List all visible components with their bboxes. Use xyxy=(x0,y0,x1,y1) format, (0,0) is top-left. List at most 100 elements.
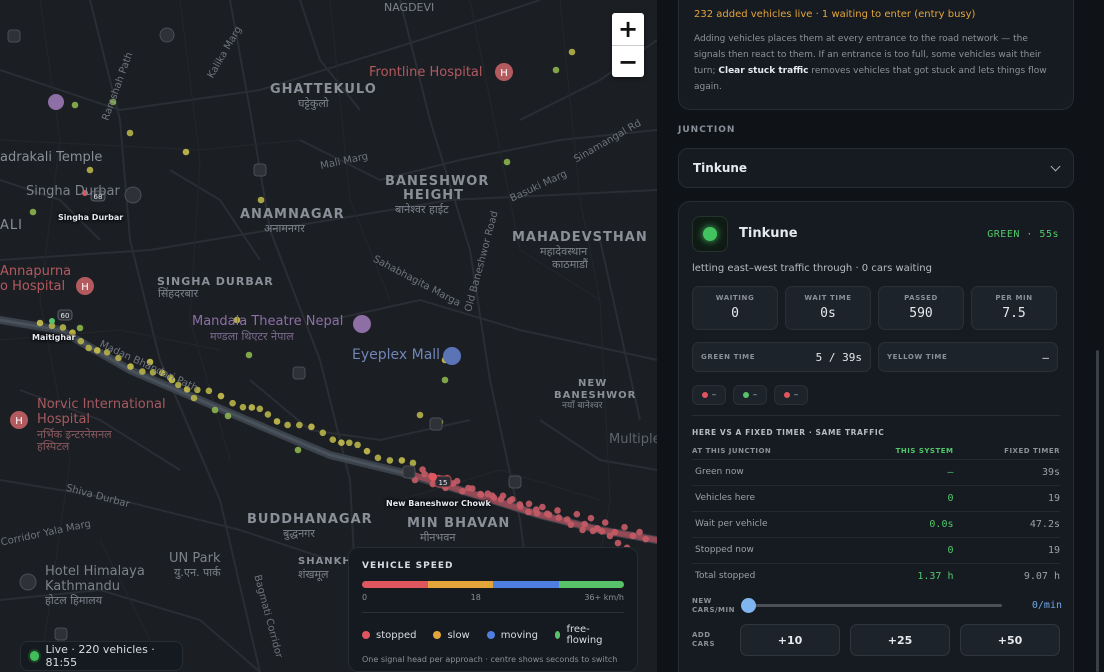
legend-keys: stopped slow moving free-flowing xyxy=(362,624,624,646)
vehicle-dot xyxy=(554,507,561,514)
vehicle-dot xyxy=(296,421,303,429)
stat-box: PER MIN 7.5 xyxy=(971,286,1057,330)
vehicle-dot xyxy=(579,526,586,534)
comparison-title: HERE VS A FIXED TIMER · SAME TRAFFIC xyxy=(692,428,885,437)
signal-icon xyxy=(692,216,728,252)
this-system-value: 1.37 h xyxy=(843,562,954,589)
vehicle-dot xyxy=(421,470,428,478)
map-label: बुद्धनगर xyxy=(283,527,315,540)
vehicle-dot xyxy=(190,394,198,402)
map-label: मीनभवन xyxy=(420,531,456,544)
green-time-box: GREEN TIME 5 / 39s xyxy=(692,342,871,372)
vehicle-dot xyxy=(614,539,622,547)
vehicle-dot xyxy=(621,523,628,531)
vehicle-dot xyxy=(308,423,315,431)
speed-segment xyxy=(362,581,428,588)
signal-head: – xyxy=(692,385,726,405)
legend-key-label: moving xyxy=(500,629,538,641)
vehicle-dot xyxy=(539,503,546,511)
vehicle-dot xyxy=(416,411,424,419)
vehicle-dot xyxy=(555,514,563,521)
stat-value: 7.5 xyxy=(1002,306,1026,321)
svg-text:H: H xyxy=(15,416,23,427)
speed-segment xyxy=(427,581,493,588)
map-label: Frontline Hospital xyxy=(369,65,483,80)
comparison-col-header: THIS SYSTEM xyxy=(895,446,954,455)
vehicle-dot xyxy=(85,344,93,352)
add-50-button[interactable]: +50 xyxy=(960,624,1060,656)
signal-dot-icon xyxy=(783,392,790,398)
vehicle-dot xyxy=(459,487,466,495)
vehicle-dot xyxy=(642,535,649,543)
map[interactable]: H H H 68 60 15 NAGDEVI Frontline Hospita… xyxy=(0,0,657,672)
legend-key: stopped xyxy=(362,624,416,646)
green-time-value: 5 / 39s xyxy=(815,350,862,364)
vehicle-dot xyxy=(245,351,253,359)
vehicle-dot xyxy=(29,208,37,216)
speed-legend: VEHICLE SPEED 0 18 36+ km/h stopped slow m… xyxy=(348,547,638,672)
signal-head: – xyxy=(774,385,808,405)
map-label: SHANKH xyxy=(298,556,352,567)
vehicle-dot xyxy=(594,524,601,532)
vehicle-dot xyxy=(568,48,576,56)
traffic-description: Adding vehicles places them at every ent… xyxy=(694,34,1047,92)
vehicle-dot xyxy=(363,447,371,455)
vehicle-dot xyxy=(77,337,85,345)
vehicle-dot xyxy=(441,376,449,384)
fixed-timer-value: 19 xyxy=(953,484,1060,511)
vehicle-dot xyxy=(611,528,619,536)
vehicle-dot xyxy=(525,500,533,508)
map-label: मण्डला थिएटर नेपाल xyxy=(210,330,294,343)
map-label: Hospital xyxy=(37,412,91,427)
vehicle-dot xyxy=(239,403,247,411)
row-label: Green now xyxy=(692,458,844,485)
comparison-section: HERE VS A FIXED TIMER · SAME TRAFFIC AT … xyxy=(692,415,1060,589)
vehicle-dot xyxy=(59,324,67,331)
panel-scrollbar[interactable] xyxy=(1096,350,1099,672)
comparison-table: AT THIS JUNCTION THIS SYSTEM FIXED TIMER… xyxy=(692,443,1060,589)
junction-select[interactable]: Tinkune xyxy=(678,148,1074,188)
map-tag: New Baneshwor Chowk xyxy=(386,499,491,508)
table-row: Stopped now 0 19 xyxy=(692,536,1060,563)
vehicle-dot xyxy=(319,429,327,437)
add-10-button[interactable]: +10 xyxy=(740,624,840,656)
stat-value: 590 xyxy=(909,306,933,321)
vehicle-dot xyxy=(552,66,560,74)
map-label: HEIGHT xyxy=(403,188,465,203)
legend-key: slow xyxy=(433,624,470,646)
junction-section-title: JUNCTION xyxy=(678,125,736,135)
add-25-button[interactable]: +25 xyxy=(850,624,950,656)
map-label: ANAMNAGAR xyxy=(240,207,345,222)
rate-slider-handle[interactable] xyxy=(741,598,756,613)
map-label: Multiple xyxy=(609,432,657,447)
map-label: ALI xyxy=(0,218,23,233)
zoom-in-button[interactable]: + xyxy=(612,13,644,45)
stat-box: WAIT TIME 0s xyxy=(785,286,871,330)
map-label: महादेवस्थान xyxy=(540,245,588,258)
vehicle-dot xyxy=(469,485,476,492)
junction-status-text: letting east–west traffic through · 0 ca… xyxy=(692,263,932,274)
vehicle-dot xyxy=(264,411,272,418)
vehicle-dot xyxy=(229,399,236,407)
fixed-timer-value: 19 xyxy=(953,536,1060,563)
legend-key: free-flowing xyxy=(555,624,607,646)
signal-dot-icon xyxy=(701,392,708,398)
legend-note: One signal head per approach · centre sh… xyxy=(362,655,618,664)
vehicle-dot xyxy=(346,439,353,447)
vehicle-dot xyxy=(503,158,511,166)
yellow-time-box: YELLOW TIME – xyxy=(878,342,1058,372)
vehicle-dot xyxy=(36,319,44,327)
legend-ticks: 0 18 36+ km/h xyxy=(362,593,624,602)
row-label: Total stopped xyxy=(692,562,844,589)
new-cars-rate: NEW CARS/MIN 0/min xyxy=(692,597,1062,617)
comparison-col-header: FIXED TIMER xyxy=(1004,446,1060,455)
map-label: GHATTEKULO xyxy=(270,82,377,97)
rate-slider-track[interactable] xyxy=(748,604,1002,607)
map-label: Eyeplex Mall xyxy=(352,347,441,363)
signal-tag-number: 15 xyxy=(439,479,448,487)
map-label: सिंहदरबार xyxy=(158,287,199,300)
map-label: UN Park xyxy=(169,551,221,566)
zoom-out-button[interactable]: − xyxy=(612,45,644,77)
add-cars: ADD CARS +10 +25 +50 xyxy=(692,624,1062,656)
vehicle-dot xyxy=(257,196,265,204)
